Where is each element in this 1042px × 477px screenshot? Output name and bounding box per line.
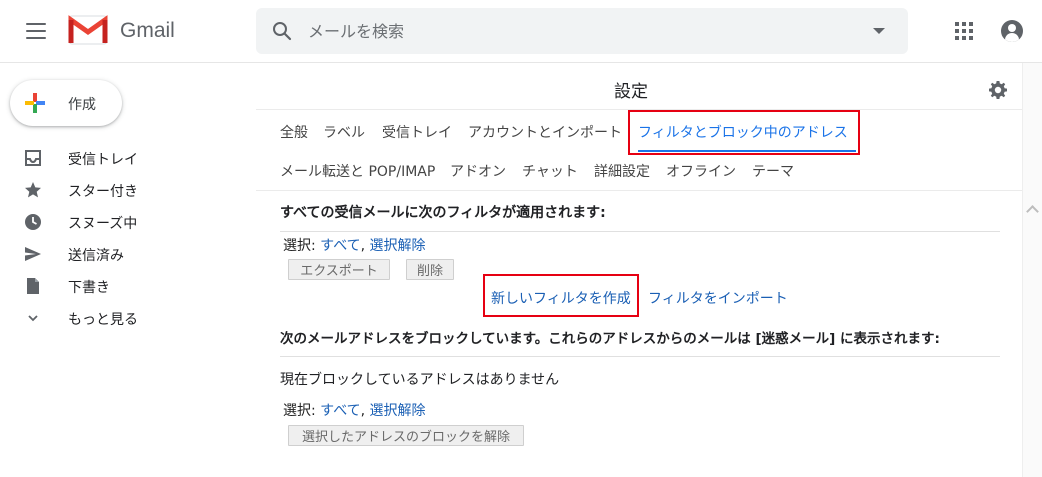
tab-themes[interactable]: テーマ <box>752 161 794 181</box>
tab-offline[interactable]: オフライン <box>666 161 736 181</box>
sidebar-item-label: 送信済み <box>68 248 124 264</box>
settings-tabs-row-2: メール転送と POP/IMAP アドオン チャット 詳細設定 オフライン テーマ <box>256 155 1022 191</box>
scroll-up-icon[interactable] <box>1026 205 1039 218</box>
divider <box>280 231 1000 232</box>
sidebar-item-inbox[interactable]: 受信トレイ <box>0 142 240 174</box>
tab-forwarding-pop-imap[interactable]: メール転送と POP/IMAP <box>280 161 435 181</box>
sidebar-item-snoozed[interactable]: スヌーズ中 <box>0 206 240 238</box>
main-menu-icon[interactable] <box>26 23 46 39</box>
sidebar-nav: 受信トレイ スター付き スヌーズ中 送信済み 下書き もっと見る <box>0 142 240 334</box>
send-icon <box>25 247 41 261</box>
blocked-heading: 次のメールアドレスをブロックしています。これらのアドレスからのメールは [迷惑メ… <box>280 331 940 347</box>
delete-button[interactable]: 削除 <box>406 259 454 280</box>
tab-advanced[interactable]: 詳細設定 <box>594 161 650 181</box>
sidebar-item-label: 下書き <box>68 280 110 296</box>
search-options-icon[interactable] <box>873 28 885 34</box>
select-none-link[interactable]: 選択解除 <box>370 403 426 419</box>
search-icon[interactable] <box>272 21 292 41</box>
page-title: 設定 <box>614 82 648 102</box>
settings-panel: 設定 全般 ラベル 受信トレイ アカウントとインポート フィルタとブロック中のア… <box>256 63 1022 477</box>
gear-icon[interactable] <box>988 80 1008 100</box>
chevron-down-icon <box>28 315 38 322</box>
top-bar: Gmail <box>0 0 1042 63</box>
tab-inbox[interactable]: 受信トレイ <box>382 122 452 142</box>
scrollbar[interactable] <box>1022 63 1042 477</box>
sidebar-item-label: もっと見る <box>68 312 138 328</box>
compose-label: 作成 <box>68 97 96 113</box>
blocked-select-row: 選択: すべて, 選択解除 <box>283 403 426 419</box>
sidebar-item-label: 受信トレイ <box>68 152 138 168</box>
blocked-empty-message: 現在ブロックしているアドレスはありません <box>280 372 560 388</box>
tab-labels[interactable]: ラベル <box>323 122 365 142</box>
active-tab-indicator <box>638 150 856 152</box>
sidebar-item-label: スター付き <box>68 184 138 200</box>
export-button[interactable]: エクスポート <box>288 259 390 280</box>
unblock-button[interactable]: 選択したアドレスのブロックを解除 <box>288 425 524 446</box>
gmail-logo-icon[interactable] <box>68 15 108 45</box>
tab-filters-blocked[interactable]: フィルタとブロック中のアドレス <box>638 122 848 142</box>
tab-accounts-import[interactable]: アカウントとインポート <box>468 122 622 142</box>
tab-chat[interactable]: チャット <box>522 161 578 181</box>
select-label: 選択: <box>283 403 316 419</box>
search-bar[interactable] <box>256 8 908 54</box>
tab-general[interactable]: 全般 <box>280 122 308 142</box>
inbox-icon <box>25 150 41 166</box>
search-input[interactable] <box>308 8 848 54</box>
apps-grid-icon[interactable] <box>955 22 973 40</box>
select-none-link[interactable]: 選択解除 <box>370 238 426 254</box>
app-name[interactable]: Gmail <box>120 19 175 43</box>
plus-icon <box>25 93 45 113</box>
filters-select-row: 選択: すべて, 選択解除 <box>283 238 426 254</box>
divider <box>280 356 1000 357</box>
settings-tabs-row-1: 全般 ラベル 受信トレイ アカウントとインポート フィルタとブロック中のアドレス <box>256 109 1022 155</box>
sidebar-item-starred[interactable]: スター付き <box>0 174 240 206</box>
import-filter-link[interactable]: フィルタをインポート <box>648 288 788 308</box>
draft-icon <box>27 278 39 294</box>
account-avatar-icon[interactable] <box>1001 20 1023 42</box>
sidebar-item-drafts[interactable]: 下書き <box>0 270 240 302</box>
star-icon <box>25 182 41 198</box>
clock-icon <box>25 214 41 230</box>
sidebar-item-sent[interactable]: 送信済み <box>0 238 240 270</box>
select-label: 選択: <box>283 238 316 254</box>
sidebar-item-more[interactable]: もっと見る <box>0 302 240 334</box>
create-filter-link[interactable]: 新しいフィルタを作成 <box>491 288 631 308</box>
filters-heading: すべての受信メールに次のフィルタが適用されます: <box>280 205 606 221</box>
select-all-link[interactable]: すべて <box>320 403 360 419</box>
tab-addons[interactable]: アドオン <box>450 161 506 181</box>
select-all-link[interactable]: すべて <box>320 238 360 254</box>
sidebar-item-label: スヌーズ中 <box>68 216 138 232</box>
compose-button[interactable]: 作成 <box>10 80 122 126</box>
